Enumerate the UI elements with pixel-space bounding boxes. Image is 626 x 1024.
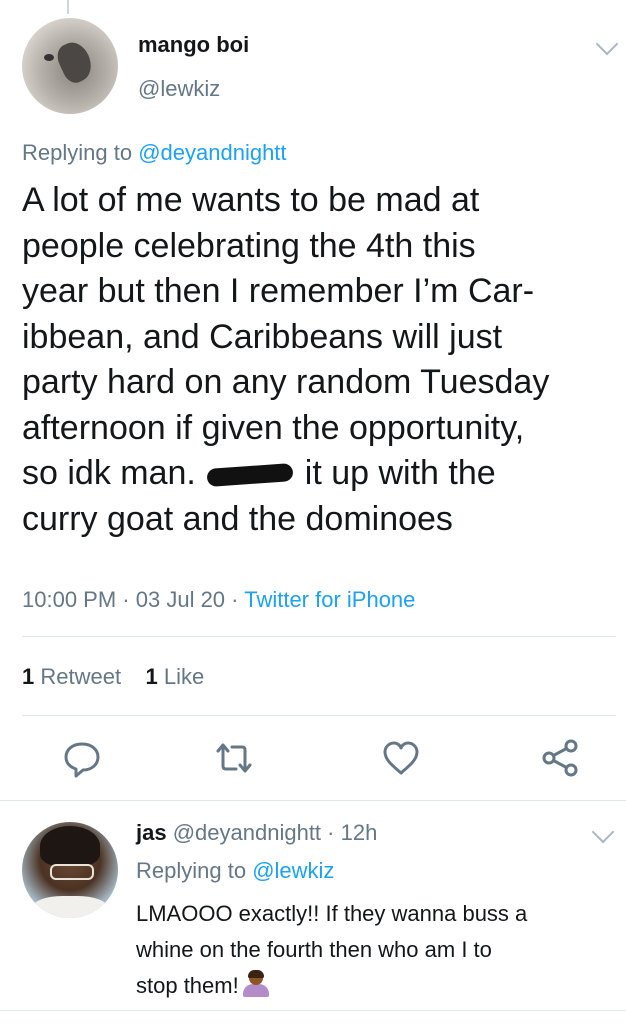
tweet-text-line: people celebrating the 4th this <box>22 226 476 265</box>
tweet-text-line: ibbean, and Caribbeans will just <box>22 317 503 356</box>
meta-separator: · <box>231 587 239 612</box>
tweet-text-line: afternoon if given the opportunity, <box>22 408 525 447</box>
chevron-down-icon[interactable] <box>595 32 619 56</box>
display-name[interactable]: mango boi <box>138 32 249 58</box>
tweet-text-line: year but then I remember I’m Car- <box>22 272 535 310</box>
retweet-stat[interactable]: 1 Retweet <box>22 664 121 689</box>
tweet-meta: 10:00 PM · 03 Jul 20 · Twitter for iPhon… <box>22 587 415 613</box>
reply-text-line: whine on the fourth then who am I to <box>136 937 492 962</box>
meta-separator: · <box>122 587 130 612</box>
divider <box>22 636 616 637</box>
avatar-glasses <box>50 864 94 880</box>
reply-icon[interactable] <box>62 738 102 778</box>
tweet-source[interactable]: Twitter for iPhone <box>244 587 415 612</box>
tweet-text-line: so idk man. it up with the <box>22 451 622 497</box>
divider <box>0 800 626 801</box>
chevron-down-icon[interactable] <box>591 820 615 844</box>
share-icon[interactable] <box>540 738 580 778</box>
like-stat[interactable]: 1 Like <box>146 664 205 689</box>
reply-text-line: LMAOOO exactly!! If they wanna buss a <box>136 901 528 926</box>
avatar-hair <box>40 826 100 866</box>
replying-to-link[interactable]: @deyandnightt <box>138 140 286 165</box>
reply-display-name[interactable]: jas <box>136 820 167 845</box>
tweet-time[interactable]: 10:00 PM <box>22 587 116 612</box>
tweet-stats: 1 Retweet 1 Like <box>22 664 204 690</box>
tweet-text-fragment: so idk man. <box>22 454 196 492</box>
retweet-label: Retweet <box>40 664 122 689</box>
reply-text-fragment: stop them! <box>136 973 239 998</box>
avatar-eye <box>44 54 54 61</box>
reply-handle[interactable]: @deyandnightt <box>173 820 321 845</box>
reply-time[interactable]: 12h <box>341 820 378 845</box>
divider <box>22 715 616 716</box>
avatar[interactable] <box>22 822 118 918</box>
tweet-text-fragment: it up with the <box>304 454 496 492</box>
replying-to-link[interactable]: @lewkiz <box>252 858 334 883</box>
woman-shrugging-emoji <box>242 970 269 997</box>
avatar-shirt <box>32 896 108 918</box>
replying-prefix: Replying to <box>22 140 133 165</box>
tweet-date[interactable]: 03 Jul 20 <box>136 587 225 612</box>
divider <box>0 1010 626 1011</box>
avatar-beak <box>52 37 98 87</box>
tweet-text-line: A lot of me wants to be mad at <box>22 181 480 219</box>
avatar[interactable] <box>22 18 118 114</box>
retweet-count: 1 <box>22 664 35 689</box>
thread-connector-line <box>67 0 69 14</box>
meta-separator: · <box>327 820 335 845</box>
replying-prefix: Replying to <box>136 858 247 883</box>
reply-header: jas @deyandnightt · 12h <box>136 820 377 846</box>
reply-text-line: stop them! <box>136 968 616 1004</box>
replying-to: Replying to @deyandnightt <box>22 140 287 166</box>
user-handle[interactable]: @lewkiz <box>138 76 220 102</box>
like-count: 1 <box>145 664 158 689</box>
censor-scribble <box>206 463 294 487</box>
retweet-icon[interactable] <box>214 738 254 778</box>
tweet-text-line: curry goat and the dominoes <box>22 499 453 538</box>
like-label: Like <box>163 664 205 689</box>
reply-text: LMAOOO exactly!! If they wanna buss a wh… <box>136 896 616 1004</box>
replying-to: Replying to @lewkiz <box>136 858 334 884</box>
tweet-text-line: party hard on any random Tuesday <box>22 363 550 401</box>
heart-icon[interactable] <box>381 738 421 778</box>
tweet-text: A lot of me wants to be mad at people ce… <box>22 178 622 542</box>
